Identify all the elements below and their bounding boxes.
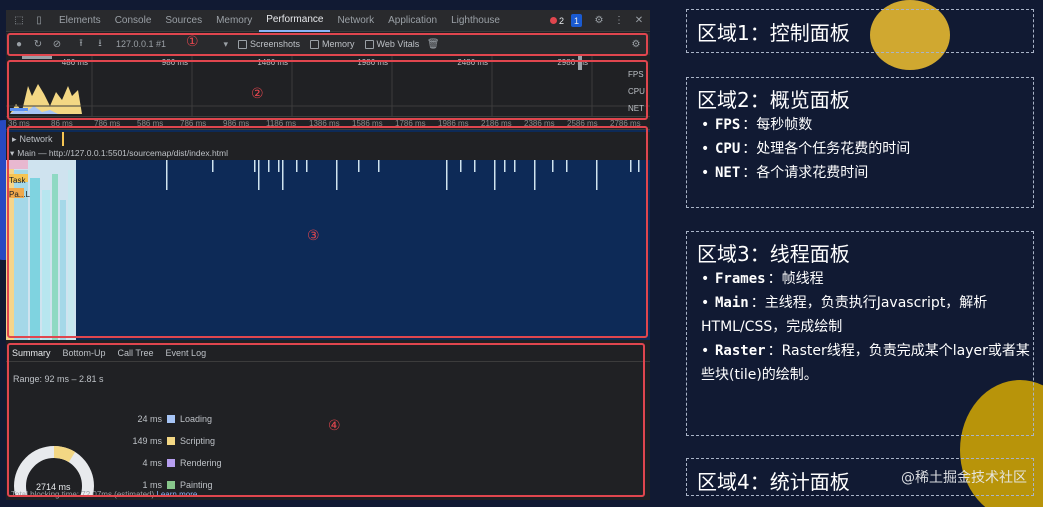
gear-icon[interactable]: ⚙ (592, 14, 606, 28)
close-icon[interactable]: ✕ (632, 14, 646, 28)
device-toggle-icon[interactable]: ▯ (32, 14, 46, 28)
error-badge[interactable]: 2 (547, 14, 567, 27)
tab-performance[interactable]: Performance (259, 10, 331, 32)
note-key: Raster (715, 343, 766, 359)
note-region-1: 区域1：控制面板 (686, 9, 1034, 53)
devtools-tabbar: ⬚ ▯ Elements Console Sources Memory Performa… (6, 10, 650, 32)
region-box-4 (7, 343, 645, 497)
region-number-3: ③ (307, 228, 320, 244)
tab-console[interactable]: Console (108, 10, 159, 32)
note-list-item: CPU：处理各个任务花费的时间 (687, 137, 1033, 161)
note-key: Main (715, 295, 749, 311)
tab-network[interactable]: Network (330, 10, 381, 32)
more-icon[interactable]: ⋮ (612, 14, 626, 28)
tab-list: Elements Console Sources Memory Performance N… (52, 10, 507, 32)
note-key: CPU (715, 141, 741, 157)
note-region-3: 区域3：线程面板Frames：帧线程Main：主线程，负责执行Javascrip… (686, 231, 1034, 436)
note-list-item: Main：主线程，负责执行Javascript，解析HTML/CSS，完成绘制 (687, 291, 1033, 339)
region-number-4: ④ (328, 418, 341, 434)
inspect-icon[interactable]: ⬚ (12, 14, 26, 28)
selection-handle[interactable] (22, 56, 52, 59)
tab-memory[interactable]: Memory (209, 10, 259, 32)
tab-elements[interactable]: Elements (52, 10, 108, 32)
note-list-item: FPS：每秒帧数 (687, 113, 1033, 137)
region-box-3 (7, 126, 648, 338)
note-text: ：每秒帧数 (742, 117, 813, 133)
note-region-2: 区域2：概览面板FPS：每秒帧数CPU：处理各个任务花费的时间NET：各个请求花… (686, 77, 1034, 208)
message-badge[interactable]: 1 (570, 14, 582, 27)
note-text: ：处理各个任务花费的时间 (742, 141, 911, 157)
note-key: FPS (715, 117, 741, 133)
tab-lighthouse[interactable]: Lighthouse (444, 10, 507, 32)
region-box-1 (7, 33, 648, 56)
note-list-item: NET：各个请求花费时间 (687, 161, 1033, 185)
region-number-1: ① (186, 34, 199, 50)
tab-application[interactable]: Application (381, 10, 444, 32)
note-text: ：帧线程 (767, 271, 824, 287)
note-list-item: Raster：Raster线程，负责完成某个layer或者某些块(tile)的绘… (687, 339, 1033, 387)
note-key: Frames (715, 271, 766, 287)
watermark: @稀土掘金技术社区 (901, 470, 1027, 486)
region-number-2: ② (251, 86, 264, 102)
tab-sources[interactable]: Sources (158, 10, 209, 32)
note-key: NET (715, 165, 741, 181)
note-list-item: Frames：帧线程 (687, 267, 1033, 291)
region-box-2 (7, 60, 648, 120)
note-text: ：各个请求花费时间 (742, 165, 869, 181)
